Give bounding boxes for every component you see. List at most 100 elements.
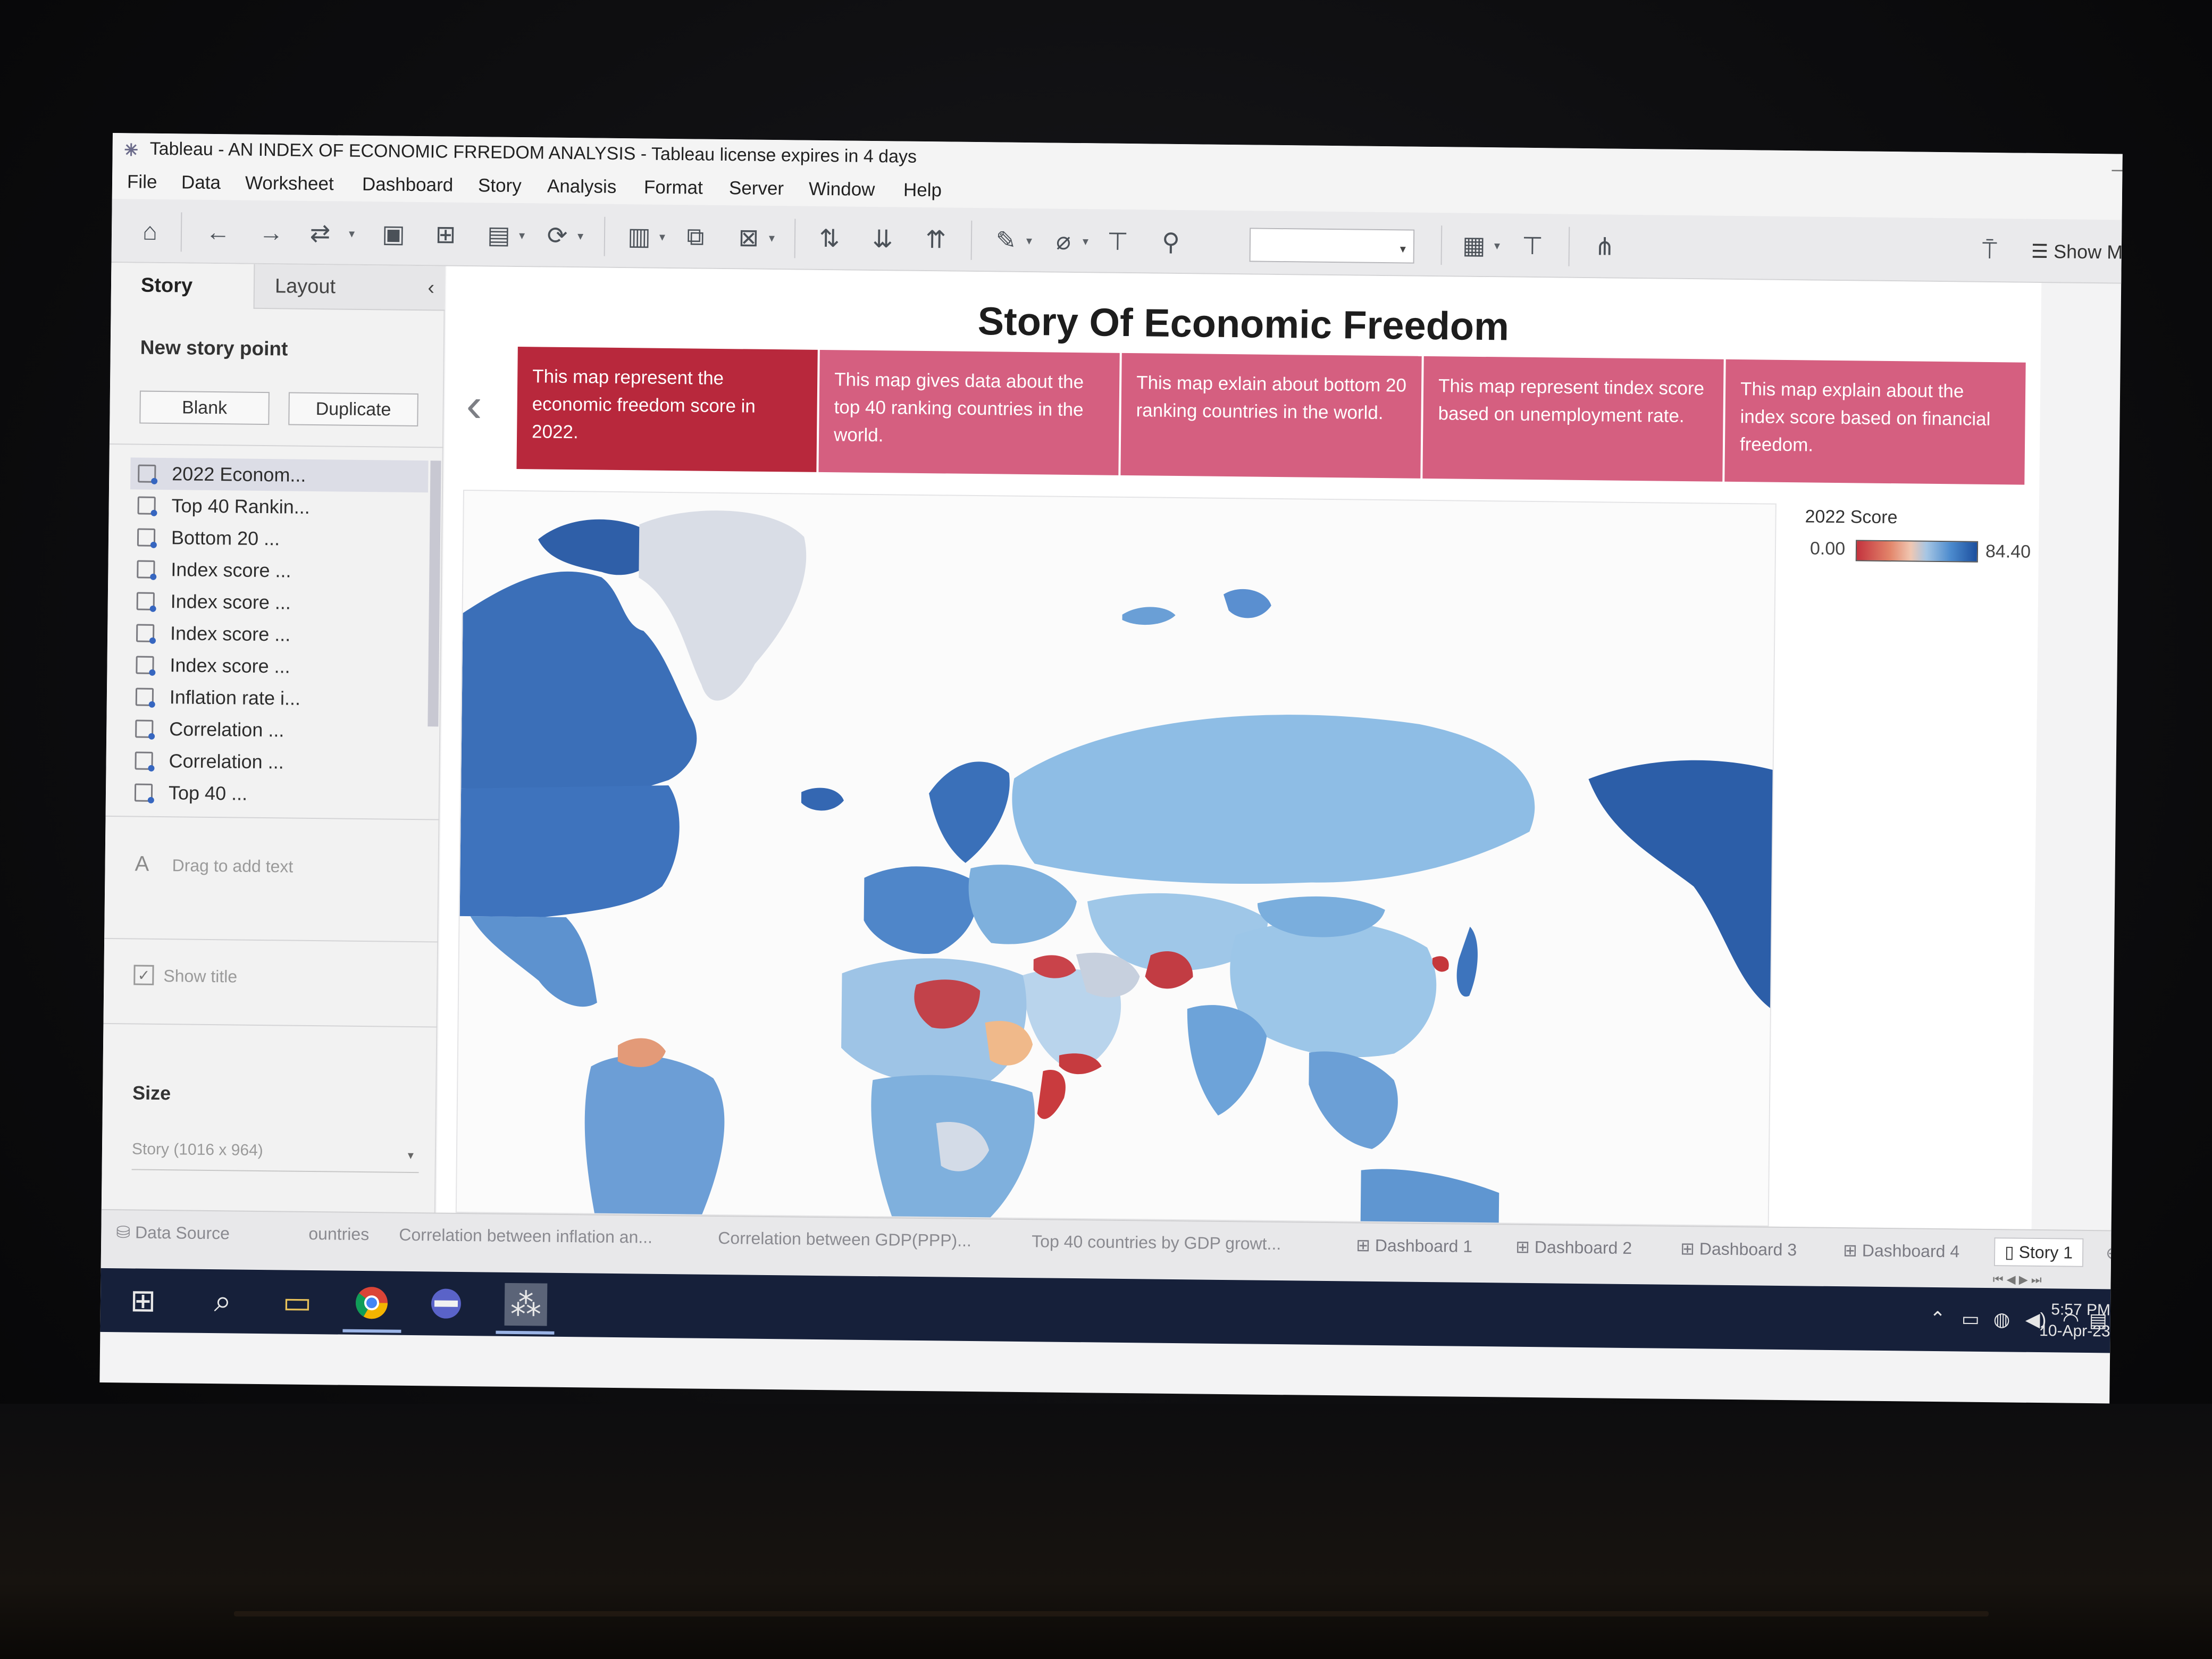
fit-dropdown[interactable]: ▾ <box>1249 228 1415 264</box>
tab-dashboard-3[interactable]: ⊞ Dashboard 3 <box>1680 1238 1797 1260</box>
media-app-icon[interactable] <box>425 1282 468 1325</box>
duplicate-button[interactable]: Duplicate <box>288 392 418 427</box>
menu-data[interactable]: Data <box>181 172 221 194</box>
region-north-korea[interactable] <box>1432 956 1449 972</box>
sort-descending-icon[interactable]: ⇈ <box>919 222 953 257</box>
story-point-1[interactable]: This map represent the economic freedom … <box>516 346 818 472</box>
list-item[interactable]: Top 40 ... <box>127 776 425 811</box>
collapse-pane-icon[interactable]: ‹ <box>428 276 434 299</box>
sort-ascending-icon[interactable]: ⇊ <box>866 222 900 256</box>
tab-story-1[interactable]: ▯ Story 1 <box>1993 1237 2084 1267</box>
refresh-dropdown-icon[interactable]: ▾ <box>577 229 583 243</box>
minimize-icon[interactable]: – <box>2112 158 2123 181</box>
group-members-icon[interactable]: ⌀ <box>1046 223 1081 258</box>
tab-sheet[interactable]: ountries <box>308 1224 369 1244</box>
story-point-2[interactable]: This map gives data about the top 40 ran… <box>818 349 1120 475</box>
new-worksheet-dropdown-icon[interactable]: ▾ <box>659 230 665 244</box>
region-russia[interactable] <box>1011 712 1536 887</box>
home-icon[interactable]: ⌂ <box>133 214 167 248</box>
previous-story-point-icon[interactable]: ‹ <box>466 378 482 433</box>
save-icon[interactable]: ▣ <box>376 216 411 251</box>
region-mexico[interactable] <box>470 916 598 1007</box>
region-svalbard[interactable] <box>1224 589 1272 618</box>
show-hidden-icons[interactable]: ⌃ <box>1930 1308 1946 1330</box>
search-icon[interactable]: ⌕ <box>202 1280 245 1323</box>
blank-button[interactable]: Blank <box>139 390 270 425</box>
redo-icon[interactable]: → <box>254 215 289 250</box>
clear-sheet-icon[interactable]: ⊠ <box>732 220 766 255</box>
highlight-dropdown-icon[interactable]: ▾ <box>1026 234 1032 248</box>
region-usa[interactable] <box>459 783 680 918</box>
region-alaska[interactable] <box>1586 759 1775 1010</box>
fix-axes-icon[interactable]: ⚲ <box>1154 225 1188 259</box>
menu-help[interactable]: Help <box>903 180 942 202</box>
list-item[interactable]: Correlation ... <box>128 713 426 748</box>
highlight-icon[interactable]: ✎ <box>989 223 1024 257</box>
region-india[interactable] <box>1186 1005 1267 1116</box>
region-japan[interactable] <box>1456 926 1478 997</box>
tab-story[interactable]: Story <box>111 262 254 309</box>
pause-updates-dropdown-icon[interactable]: ▾ <box>519 229 525 242</box>
region-south-america[interactable] <box>584 1055 725 1217</box>
menu-window[interactable]: Window <box>809 179 875 200</box>
tab-layout[interactable]: Layout ‹ <box>253 264 446 311</box>
replace-data-source-dropdown-icon[interactable]: ▾ <box>349 227 355 241</box>
region-sudan[interactable] <box>985 1020 1033 1066</box>
show-title-checkbox[interactable]: ✓ <box>133 965 154 985</box>
region-eastern-europe[interactable] <box>968 864 1077 945</box>
presentation-mode-icon[interactable]: ⊤ <box>1515 229 1550 263</box>
share-icon[interactable]: ⋔ <box>1588 229 1622 264</box>
menu-analysis[interactable]: Analysis <box>547 176 617 198</box>
region-indonesia[interactable] <box>1360 1169 1499 1225</box>
menu-worksheet[interactable]: Worksheet <box>245 173 334 195</box>
show-me-button[interactable]: ☰ Show M <box>2031 240 2123 264</box>
tooltip-pointer-icon[interactable]: ⍑ <box>1973 233 2007 268</box>
region-western-europe[interactable] <box>864 866 977 954</box>
story-point-3[interactable]: This map exlain about bottom 20 ranking … <box>1120 353 1422 479</box>
menu-server[interactable]: Server <box>729 178 784 199</box>
list-item[interactable]: Correlation ... <box>127 744 425 780</box>
region-southeast-asia[interactable] <box>1308 1051 1398 1149</box>
list-item[interactable]: Bottom 20 ... <box>130 521 428 556</box>
region-scandinavia[interactable] <box>928 761 1010 863</box>
refresh-icon[interactable]: ⟳ <box>540 218 575 253</box>
tab-sheet[interactable]: Correlation between GDP(PPP)... <box>718 1228 971 1251</box>
drag-to-add-text[interactable]: Drag to add text <box>172 856 293 876</box>
choropleth-map[interactable] <box>457 491 1777 1227</box>
new-data-source-icon[interactable]: ⊞ <box>429 217 463 252</box>
clear-sheet-dropdown-icon[interactable]: ▾ <box>769 231 775 245</box>
tab-scroll-arrows[interactable]: ⏮ ◀ ▶ ⏭ <box>1993 1272 2042 1287</box>
tab-dashboard-2[interactable]: ⊞ Dashboard 2 <box>1515 1237 1632 1258</box>
new-worksheet-icon[interactable]: ▥ <box>622 219 657 254</box>
chrome-icon[interactable] <box>350 1281 393 1325</box>
list-item[interactable]: Index score ... <box>129 553 428 588</box>
region-canada[interactable] <box>461 571 698 791</box>
group-dropdown-icon[interactable]: ▾ <box>1083 234 1088 248</box>
size-dropdown[interactable]: Story (1016 x 964) ▾ <box>131 1140 420 1174</box>
list-item[interactable]: Index score ... <box>129 585 427 620</box>
show-mark-labels-icon[interactable]: ⊤ <box>1101 224 1135 258</box>
show-cards-dropdown-icon[interactable]: ▾ <box>1494 239 1500 253</box>
region-somalia[interactable] <box>1037 1070 1066 1119</box>
list-item[interactable]: 2022 Econom... <box>130 457 429 493</box>
undo-icon[interactable]: ← <box>201 215 236 249</box>
list-item[interactable]: Index score ... <box>128 649 426 684</box>
story-point-4[interactable]: This map represent tindex score based on… <box>1422 356 1724 482</box>
region-iceland[interactable] <box>801 787 844 811</box>
list-item[interactable]: Index score ... <box>129 617 427 652</box>
world-map[interactable] <box>455 489 1777 1227</box>
list-scrollbar[interactable] <box>428 460 441 727</box>
pause-updates-icon[interactable]: ▤ <box>482 217 516 252</box>
region-islands-north[interactable] <box>1122 607 1176 625</box>
tab-dashboard-4[interactable]: ⊞ Dashboard 4 <box>1843 1240 1959 1261</box>
story-point-5[interactable]: This map explain about the index score b… <box>1724 359 2026 485</box>
tableau-taskbar-icon[interactable]: ⁂ <box>504 1283 548 1326</box>
swap-rows-columns-icon[interactable]: ⇅ <box>812 221 847 256</box>
duplicate-sheet-icon[interactable]: ⧉ <box>678 220 713 254</box>
tab-sheet[interactable]: Top 40 countries by GDP growt... <box>1032 1231 1281 1254</box>
list-item[interactable]: Inflation rate i... <box>128 681 426 716</box>
windows-start-icon[interactable]: ⊞ <box>122 1279 165 1322</box>
menu-story[interactable]: Story <box>478 175 522 197</box>
menu-file[interactable]: File <box>127 171 157 193</box>
tab-data-source[interactable]: ⛁ Data Source <box>116 1222 230 1243</box>
